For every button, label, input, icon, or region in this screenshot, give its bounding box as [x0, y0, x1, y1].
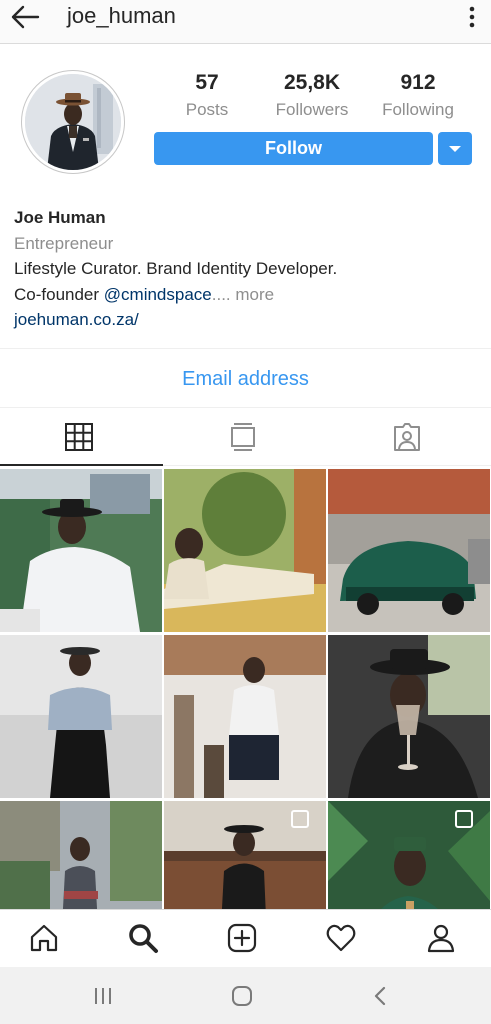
profile-category: Entrepreneur: [14, 233, 114, 253]
post-thumbnail[interactable]: [164, 801, 326, 909]
bio-line-2: Co-founder @cmindspace.... more: [14, 282, 484, 308]
bio-website-link[interactable]: joehuman.co.za/: [14, 307, 484, 333]
home-icon[interactable]: [28, 922, 60, 954]
email-address-button[interactable]: Email address: [0, 348, 491, 408]
following-count: 912: [400, 71, 436, 94]
follow-button[interactable]: Follow: [154, 132, 433, 165]
post-thumbnail[interactable]: [0, 801, 162, 909]
bio-cofounder-text: Co-founder: [14, 284, 104, 304]
post-thumbnail[interactable]: [164, 635, 326, 798]
post-thumbnail[interactable]: [0, 469, 162, 632]
post-thumbnail[interactable]: [164, 469, 326, 632]
activity-heart-icon[interactable]: [325, 922, 357, 954]
search-icon[interactable]: [127, 922, 159, 954]
bottom-navigation: [0, 909, 491, 967]
followers-label: Followers: [275, 100, 349, 119]
avatar-photo: [25, 74, 121, 170]
profile-full-name: Joe Human: [14, 208, 106, 227]
system-navigation-bar: [0, 967, 491, 1024]
posts-count: 57: [195, 71, 219, 94]
post-thumbnail[interactable]: [328, 469, 490, 632]
bio-ellipsis: ....: [211, 284, 231, 304]
top-bar: joe_human: [0, 0, 491, 44]
back-chevron-icon[interactable]: [368, 983, 394, 1009]
back-arrow-icon[interactable]: [8, 2, 42, 32]
grid-icon: [65, 423, 93, 451]
following-label: Following: [382, 100, 454, 119]
add-post-icon[interactable]: [226, 922, 258, 954]
stat-following[interactable]: 912 Following: [363, 70, 473, 124]
followers-count: 25,8K: [283, 71, 341, 94]
chevron-down-icon: [449, 146, 461, 152]
stat-followers[interactable]: 25,8K Followers: [257, 70, 367, 124]
tab-tagged[interactable]: [328, 409, 491, 466]
home-circle-icon[interactable]: [229, 983, 255, 1009]
post-thumbnail[interactable]: [0, 635, 162, 798]
posts-grid: [0, 469, 491, 909]
post-thumbnail[interactable]: [328, 801, 490, 909]
profile-bio: Joe Human Entrepreneur Lifestyle Curator…: [14, 205, 484, 333]
tab-feed[interactable]: [164, 409, 327, 466]
tagged-photos-icon: [394, 423, 420, 451]
posts-label: Posts: [185, 100, 229, 119]
bio-line-1: Lifestyle Curator. Brand Identity Develo…: [14, 259, 338, 278]
feed-list-icon: [231, 423, 255, 451]
tab-grid[interactable]: [0, 409, 163, 466]
profile-avatar[interactable]: [21, 70, 125, 174]
post-thumbnail[interactable]: [328, 635, 490, 798]
profile-icon[interactable]: [425, 922, 457, 954]
bio-mention-link[interactable]: @cmindspace: [104, 285, 212, 304]
profile-username: joe_human: [67, 3, 176, 28]
profile-tabs: [0, 409, 491, 466]
suggested-accounts-button[interactable]: [438, 132, 472, 165]
bio-more-link[interactable]: more: [231, 285, 274, 304]
more-vertical-icon[interactable]: [467, 4, 477, 30]
recent-apps-icon[interactable]: [90, 983, 116, 1009]
stat-posts[interactable]: 57 Posts: [152, 70, 262, 124]
